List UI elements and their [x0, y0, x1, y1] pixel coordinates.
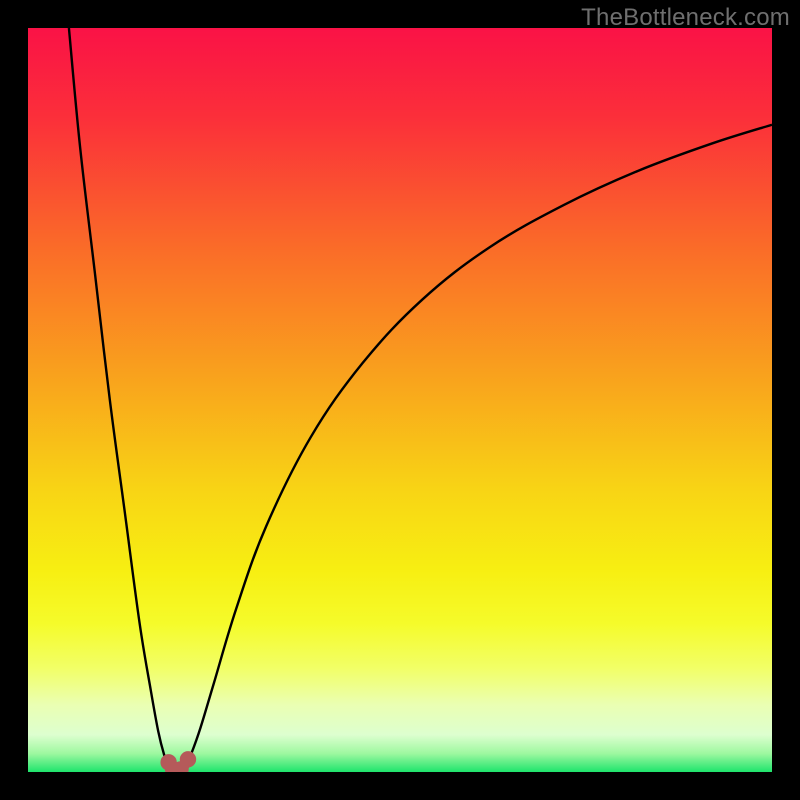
marker-dip-right — [180, 751, 196, 767]
plot-area — [28, 28, 772, 772]
watermark-text: TheBottleneck.com — [581, 4, 790, 32]
curve-left-branch — [69, 28, 172, 771]
curve-right-branch — [181, 125, 772, 771]
curve-layer — [28, 28, 772, 772]
outer-black-frame: TheBottleneck.com — [0, 0, 800, 800]
